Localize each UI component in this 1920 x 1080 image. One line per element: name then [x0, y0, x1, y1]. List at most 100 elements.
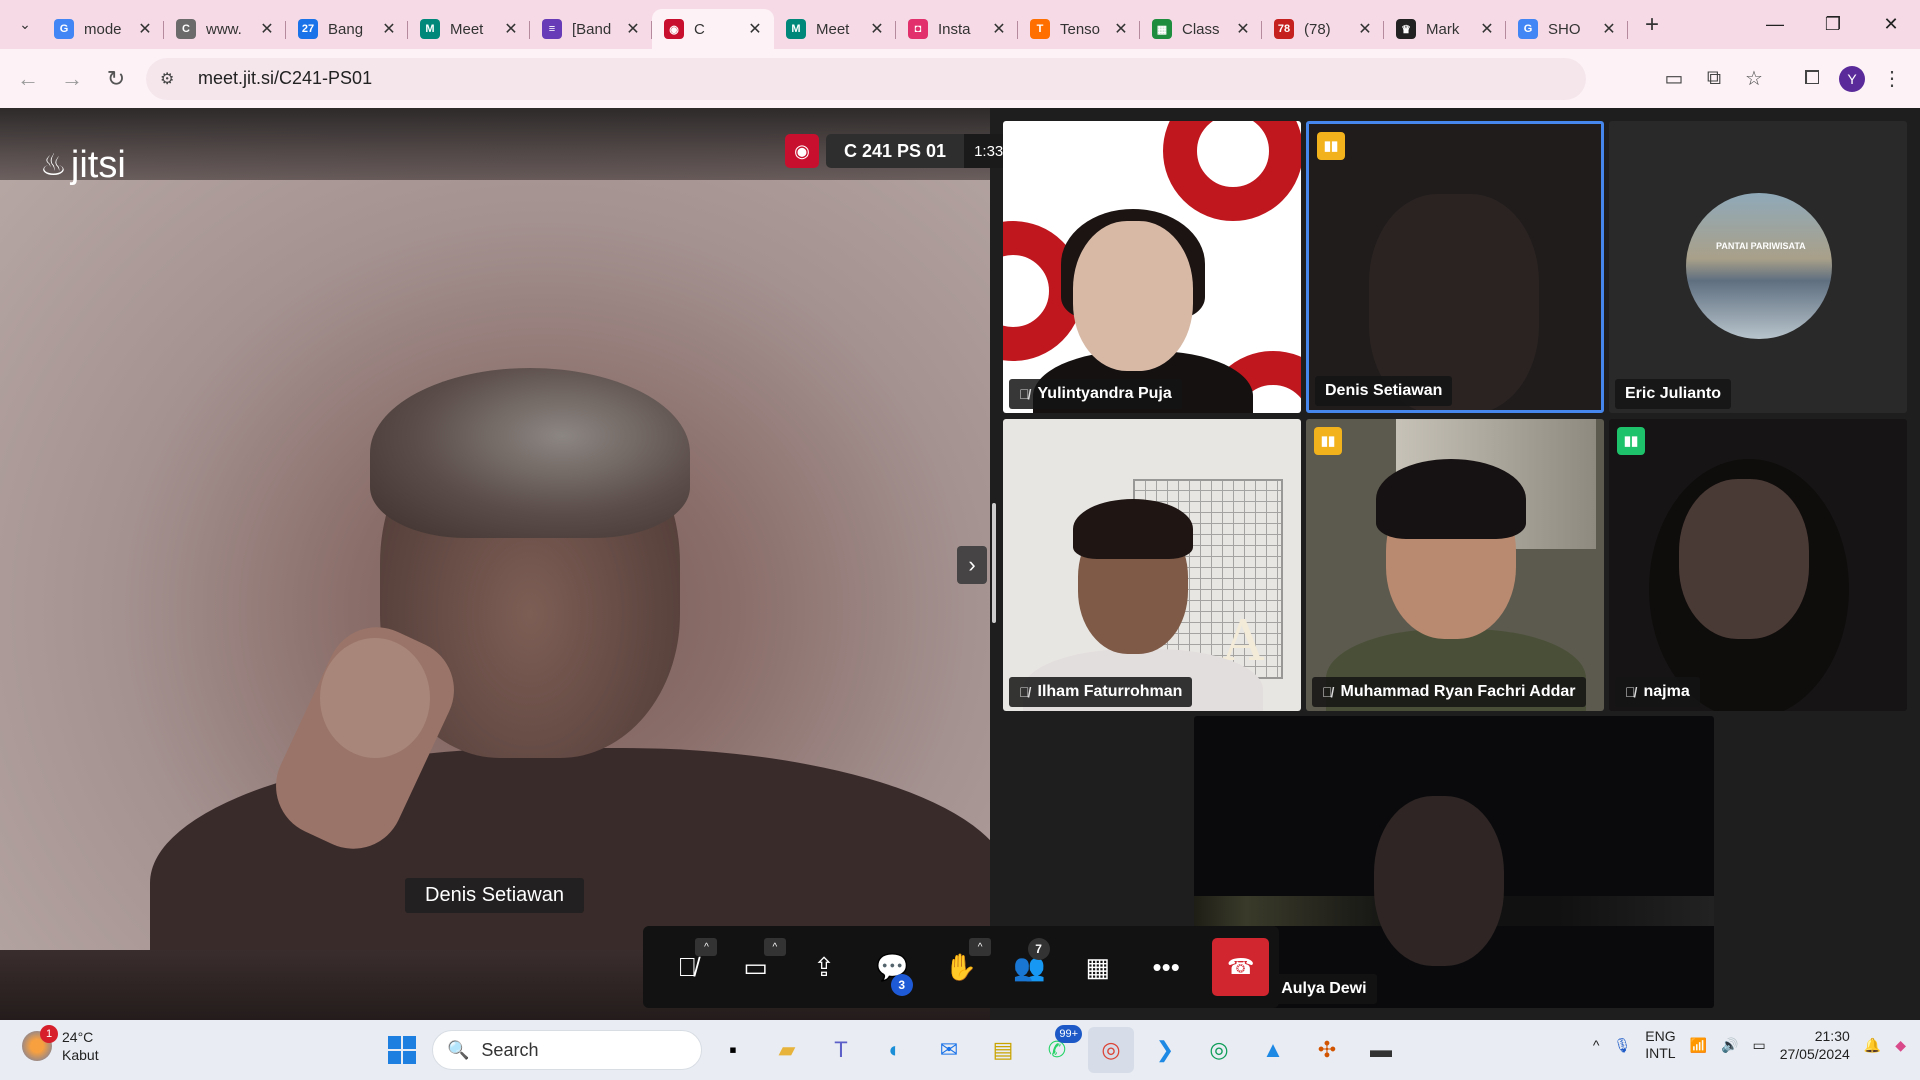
close-tab-icon[interactable]: ✕: [380, 19, 398, 39]
browser-tab[interactable]: M Meet ✕: [774, 9, 896, 49]
url-text[interactable]: meet.jit.si/C241-PS01: [198, 68, 372, 89]
close-tab-icon[interactable]: ✕: [136, 19, 154, 39]
leave-meeting-button[interactable]: ☎: [1212, 938, 1270, 996]
taskbar-search[interactable]: 🔍 Search: [432, 1030, 702, 1070]
close-tab-icon[interactable]: ✕: [1478, 19, 1496, 39]
app-icon[interactable]: ✣: [1304, 1027, 1350, 1073]
close-tab-icon[interactable]: ✕: [1234, 19, 1252, 39]
participant-tile[interactable]: 🎙̸ Yulintyandra Puja: [1003, 121, 1301, 413]
language-indicator[interactable]: ENG INTL: [1645, 1028, 1675, 1062]
participant-tile[interactable]: ▮▮ 🎙̸ Muhammad Ryan Fachri Addar: [1306, 419, 1604, 711]
vscode-icon[interactable]: ❯: [1142, 1027, 1188, 1073]
notifications-bell-icon[interactable]: 🔔: [1864, 1037, 1881, 1054]
bookmark-star-icon[interactable]: ☆: [1734, 59, 1774, 99]
show-hidden-icons-chevron-icon[interactable]: ^: [1593, 1037, 1600, 1053]
reload-button[interactable]: ↻: [94, 59, 138, 99]
browser-tab[interactable]: ≡ [Band ✕: [530, 9, 652, 49]
forward-button[interactable]: →: [50, 59, 94, 99]
tile-view-button[interactable]: ▦: [1064, 932, 1132, 1002]
browser-tab[interactable]: G SHO ✕: [1506, 9, 1628, 49]
lang-line2: INTL: [1645, 1045, 1676, 1061]
chrome-icon[interactable]: ◎: [1196, 1027, 1242, 1073]
participant-tile-active[interactable]: ▮▮ Denis Setiawan: [1306, 121, 1604, 413]
browser-tab[interactable]: 78 (78) ✕: [1262, 9, 1384, 49]
copilot-icon[interactable]: ◆: [1895, 1037, 1906, 1054]
microphone-button[interactable]: 🎙̸ ^: [653, 932, 721, 1002]
close-tab-icon[interactable]: ✕: [990, 19, 1008, 39]
connection-signal-icon[interactable]: ▮▮: [1314, 427, 1342, 455]
camera-options-chevron-icon[interactable]: ^: [763, 938, 786, 956]
browser-tab[interactable]: 27 Bang ✕: [286, 9, 408, 49]
profile-avatar[interactable]: Y: [1839, 65, 1865, 92]
chat-button[interactable]: 💬 3: [858, 932, 926, 1002]
file-explorer-icon[interactable]: ▰: [764, 1027, 810, 1073]
close-tab-icon[interactable]: ✕: [624, 19, 642, 39]
participants-badge: 7: [1027, 938, 1050, 960]
photos-icon[interactable]: ▲: [1250, 1027, 1296, 1073]
extensions-icon[interactable]: ⧠: [1792, 59, 1832, 99]
microphone-tray-icon[interactable]: 🎙: [1613, 1037, 1631, 1054]
browser-tab[interactable]: Gmode ✕: [42, 9, 164, 49]
whatsapp-icon[interactable]: ✆ 99+: [1034, 1025, 1082, 1073]
filmstrip-toggle-chevron-icon[interactable]: ›: [957, 546, 987, 584]
terminal-icon[interactable]: ▬: [1358, 1027, 1404, 1073]
screen-share-button[interactable]: ⇪: [790, 932, 858, 1002]
browser-tab[interactable]: ◘ Insta ✕: [896, 9, 1018, 49]
minimize-icon[interactable]: —: [1746, 0, 1804, 49]
edge-icon[interactable]: ◐: [872, 1027, 918, 1073]
close-tab-icon[interactable]: ✕: [502, 19, 520, 39]
close-tab-icon[interactable]: ✕: [1356, 19, 1374, 39]
install-app-icon[interactable]: ⧉: [1694, 59, 1734, 99]
connection-signal-icon[interactable]: ▮▮: [1317, 132, 1345, 160]
chat-unread-badge: 3: [890, 974, 913, 996]
address-bar[interactable]: ⚙ meet.jit.si/C241-PS01: [146, 57, 1586, 100]
tab-search-chevron-icon[interactable]: ⌄: [8, 8, 42, 42]
tab-title: www.: [206, 20, 242, 38]
close-tab-icon[interactable]: ✕: [1600, 19, 1618, 39]
close-window-icon[interactable]: ✕: [1862, 0, 1920, 49]
reactions-chevron-icon[interactable]: ^: [969, 938, 992, 956]
camera-button[interactable]: ▭ ^: [721, 932, 789, 1002]
participant-tile[interactable]: A 🎙̸ Ilham Faturrohman: [1003, 419, 1301, 711]
close-tab-icon[interactable]: ✕: [868, 19, 886, 39]
teams-icon[interactable]: T: [818, 1027, 864, 1073]
sticky-notes-icon[interactable]: ▤: [980, 1027, 1026, 1073]
close-tab-icon[interactable]: ✕: [258, 19, 276, 39]
wifi-icon[interactable]: 📶: [1690, 1037, 1707, 1054]
battery-icon[interactable]: ▭: [1752, 1037, 1765, 1054]
task-view-icon[interactable]: ▪: [710, 1027, 756, 1073]
mic-options-chevron-icon[interactable]: ^: [695, 938, 718, 956]
browser-tab[interactable]: Cwww. ✕: [164, 9, 286, 49]
connection-signal-icon[interactable]: ▮▮: [1617, 427, 1645, 455]
chrome-profile-icon[interactable]: ◎: [1088, 1027, 1134, 1073]
mail-icon[interactable]: ✉: [926, 1027, 972, 1073]
browser-tab[interactable]: ◉ C ✕: [652, 9, 774, 49]
tile-name-label: Denis Setiawan: [1315, 376, 1453, 406]
raise-hand-button[interactable]: ✋ ^: [927, 932, 995, 1002]
weather-widget[interactable]: 1 24°C Kabut: [22, 1025, 99, 1064]
participant-tile[interactable]: ▮▮ 🎙̸ najma: [1609, 419, 1907, 711]
clock[interactable]: 21:30 27/05/2024: [1780, 1027, 1850, 1063]
browser-tab[interactable]: ♛ Mark ✕: [1384, 9, 1506, 49]
close-tab-icon[interactable]: ✕: [746, 19, 764, 39]
restore-icon[interactable]: ❐: [1804, 0, 1862, 49]
stage-video[interactable]: ♨ jitsi Denis Setiawan ›: [0, 108, 990, 1020]
participant-tile[interactable]: PANTAI PARIWISATA Eric Julianto: [1609, 121, 1907, 413]
browser-tab[interactable]: M Meet ✕: [408, 9, 530, 49]
close-tab-icon[interactable]: ✕: [1112, 19, 1130, 39]
jitsi-logo[interactable]: ♨ jitsi: [40, 144, 126, 187]
back-button[interactable]: ←: [6, 59, 50, 99]
window-controls: — ❐ ✕: [1746, 0, 1920, 49]
browser-toolbar: ← → ↻ ⚙ meet.jit.si/C241-PS01 ▭ ⧉ ☆ ⧠ Y …: [0, 49, 1920, 108]
start-button[interactable]: [380, 1028, 424, 1072]
resize-handle[interactable]: [992, 503, 996, 623]
browser-menu-icon[interactable]: ⋮: [1872, 59, 1912, 99]
browser-tab[interactable]: ▦ Class ✕: [1140, 9, 1262, 49]
browser-tab[interactable]: T Tenso ✕: [1018, 9, 1140, 49]
volume-icon[interactable]: 🔊: [1721, 1037, 1738, 1054]
participants-button[interactable]: 👥 7: [995, 932, 1063, 1002]
site-info-icon[interactable]: ⚙: [160, 69, 184, 89]
more-actions-button[interactable]: •••: [1132, 932, 1200, 1002]
new-tab-button[interactable]: +: [1634, 7, 1670, 43]
camera-in-use-icon[interactable]: ▭: [1654, 59, 1694, 99]
